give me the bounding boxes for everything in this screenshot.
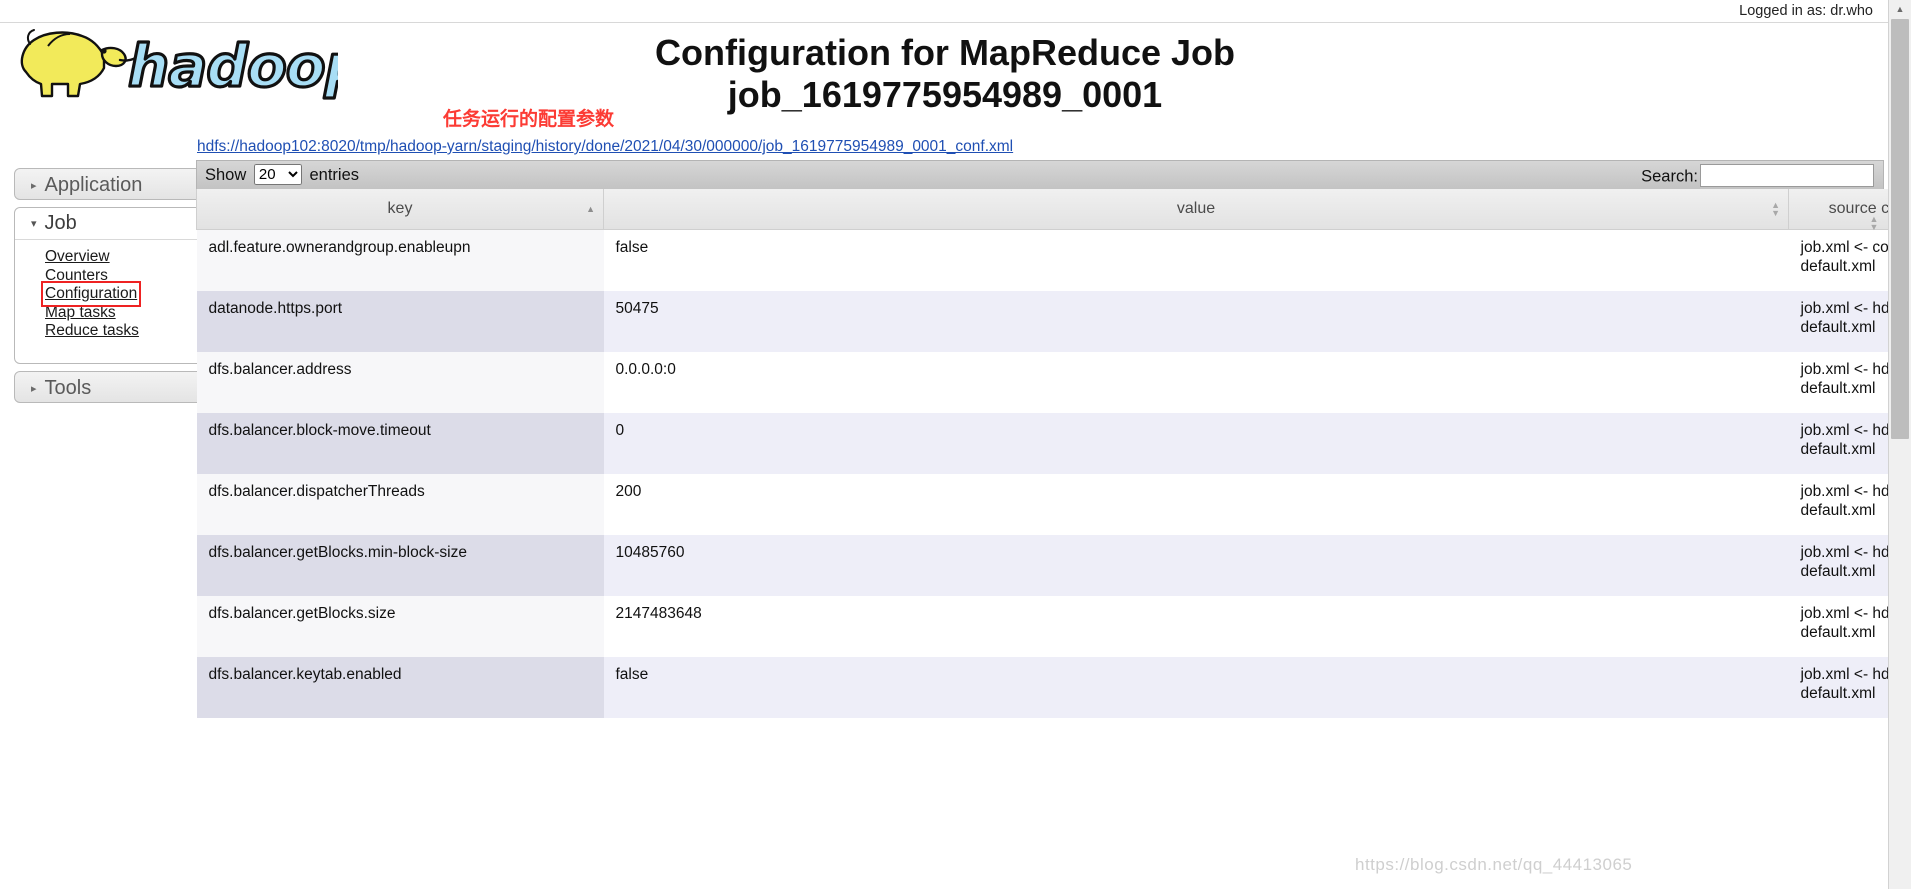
triangle-down-icon: ▾ bbox=[31, 218, 37, 230]
cell-source-chain: job.xml <- hdfs-default.xml bbox=[1788, 291, 1889, 352]
cell-key: adl.feature.ownerandgroup.enableupn bbox=[196, 229, 604, 291]
annotation-note: 任务运行的配置参数 bbox=[443, 109, 615, 130]
column-header-key-label: key bbox=[387, 200, 413, 217]
cell-value: 2147483648 bbox=[603, 596, 1789, 657]
cell-key: dfs.balancer.address bbox=[196, 352, 604, 413]
cell-source-chain: job.xml <- hdfs-default.xml bbox=[1788, 474, 1889, 535]
sidebar-job-links: Overview Counters Configuration Map task… bbox=[15, 240, 219, 363]
show-label: Show bbox=[205, 166, 247, 184]
search-label: Search: bbox=[1641, 167, 1698, 186]
top-bar: Logged in as: dr.who bbox=[0, 0, 1889, 23]
scroll-up-arrow-icon[interactable]: ▲ bbox=[1889, 0, 1911, 18]
column-header-value[interactable]: value ▲ ▼ bbox=[603, 189, 1789, 230]
cell-key: dfs.balancer.getBlocks.size bbox=[196, 596, 604, 657]
sidebar-item-application-label: Application bbox=[44, 174, 143, 196]
column-header-value-label: value bbox=[1176, 200, 1216, 217]
cell-value: 0 bbox=[603, 413, 1789, 474]
column-header-key[interactable]: key ▲ bbox=[196, 189, 604, 230]
table-row[interactable]: dfs.balancer.dispatcherThreads 200 job.xml… bbox=[196, 474, 1889, 535]
page-length-control: Show 20406080100 entries bbox=[205, 164, 359, 185]
cell-value: 0.0.0.0:0 bbox=[603, 352, 1789, 413]
table-row[interactable]: adl.feature.ownerandgroup.enableupn false… bbox=[196, 229, 1889, 291]
cell-value: 10485760 bbox=[603, 535, 1789, 596]
entries-select[interactable]: 20406080100 bbox=[253, 164, 302, 185]
search-control: Search: bbox=[1641, 164, 1874, 187]
cell-source-chain: job.xml <- hdfs-default.xml bbox=[1788, 596, 1889, 657]
sort-both-icon: ▲ ▼ bbox=[1869, 214, 1879, 232]
table-row[interactable]: dfs.balancer.keytab.enabled false job.xml … bbox=[196, 657, 1889, 718]
table-row[interactable]: datanode.https.port50475job.xml <- hdfs-… bbox=[196, 291, 1889, 352]
cell-value: false bbox=[603, 657, 1789, 718]
sidebar-link-configuration[interactable]: Configuration bbox=[40, 281, 142, 307]
cell-value: false bbox=[603, 229, 1789, 291]
entries-label: entries bbox=[309, 166, 359, 184]
logged-in-user: Logged in as: dr.who bbox=[1739, 3, 1873, 19]
cell-key: dfs.balancer.getBlocks.min-block-size bbox=[196, 535, 604, 596]
sidebar-item-tools[interactable]: ▸ Tools bbox=[14, 370, 220, 403]
watermark: https://blog.csdn.net/qq_44413065 bbox=[1355, 855, 1633, 874]
table-controls: Show 20406080100 entries Search: bbox=[196, 160, 1884, 189]
table-body: adl.feature.ownerandgroup.enableupn false… bbox=[196, 229, 1889, 718]
cell-key: datanode.https.port bbox=[196, 291, 604, 352]
table-header-row: key ▲ value ▲▼ source chain ▲▼ bbox=[196, 189, 1889, 232]
sidebar: ▸ Application ▾ Job Overview Counters Conf… bbox=[14, 168, 220, 410]
cell-source-chain: job.xml <- hdfs-default.xml bbox=[1788, 535, 1889, 596]
cell-source-chain: job.xml <- hdfs-default.xml bbox=[1788, 413, 1889, 474]
cell-source-chain: job.xml <- hdfs-default.xml bbox=[1788, 657, 1889, 718]
sidebar-link-counters[interactable]: Counters bbox=[45, 267, 108, 285]
sidebar-section-job: ▾ Job Overview Counters Configuration Map… bbox=[14, 207, 220, 364]
svg-text:hadoop: hadoop bbox=[128, 32, 338, 100]
conf-file-link[interactable]: hdfs://hadoop102:8020/tmp/hadoop-yarn/st… bbox=[197, 138, 1013, 156]
sidebar-link-reduce-tasks[interactable]: Reduce tasks bbox=[45, 322, 139, 340]
table-row[interactable]: dfs.balancer.address 0.0.0.0:0 job.xml <- … bbox=[196, 352, 1889, 413]
cell-source-chain: job.xml <- core-default.xml bbox=[1788, 229, 1889, 291]
sidebar-item-tools-label: Tools bbox=[44, 376, 92, 399]
cell-key: dfs.balancer.keytab.enabled bbox=[196, 657, 604, 718]
vertical-scrollbar[interactable]: ▲ bbox=[1888, 0, 1911, 889]
cell-value: 50475 bbox=[603, 291, 1789, 352]
sidebar-item-application[interactable]: ▸ Application bbox=[14, 168, 220, 200]
hadoop-logo-icon: hadoop bbox=[20, 29, 338, 102]
configuration-table: key ▲ value ▲▼ source chain ▲▼ adl.featu… bbox=[196, 189, 1889, 718]
table-row[interactable]: dfs.balancer.getBlocks.size 2147483648 job… bbox=[196, 596, 1889, 657]
cell-value: 200 bbox=[603, 474, 1789, 535]
sidebar-item-job[interactable]: ▾ Job bbox=[15, 208, 219, 240]
search-input[interactable] bbox=[1700, 164, 1874, 187]
cell-key: dfs.balancer.block-move.timeout bbox=[196, 413, 604, 474]
sort-asc-icon: ▲ bbox=[586, 204, 595, 214]
column-header-source-chain[interactable]: source chain ▲▼ bbox=[1788, 189, 1889, 232]
column-header-source-chain-label: source chain bbox=[1828, 200, 1889, 217]
configuration-table-panel: Show 20406080100 entries Search: key ▲ bbox=[196, 160, 1889, 718]
sort-both-icon: ▲ ▼ bbox=[1771, 200, 1780, 218]
sidebar-link-overview[interactable]: Overview bbox=[45, 248, 110, 266]
triangle-right-icon: ▸ bbox=[31, 180, 37, 192]
scrollbar-thumb[interactable] bbox=[1891, 19, 1909, 439]
page-title-line1: Configuration for MapReduce Job bbox=[655, 32, 1235, 73]
table-row[interactable]: dfs.balancer.block-move.timeout 0 job.xml … bbox=[196, 413, 1889, 474]
cell-source-chain: job.xml <- hdfs-default.xml bbox=[1788, 352, 1889, 413]
hadoop-logo[interactable]: hadoop bbox=[8, 24, 338, 102]
cell-key: dfs.balancer.dispatcherThreads bbox=[196, 474, 604, 535]
sidebar-item-job-label: Job bbox=[44, 212, 77, 234]
triangle-right-icon: ▸ bbox=[31, 382, 37, 395]
sidebar-link-map-tasks[interactable]: Map tasks bbox=[45, 304, 116, 322]
page-root: Logged in as: dr.who hadoop Configuratio… bbox=[0, 0, 1889, 889]
table-row[interactable]: dfs.balancer.getBlocks.min-block-size 104… bbox=[196, 535, 1889, 596]
